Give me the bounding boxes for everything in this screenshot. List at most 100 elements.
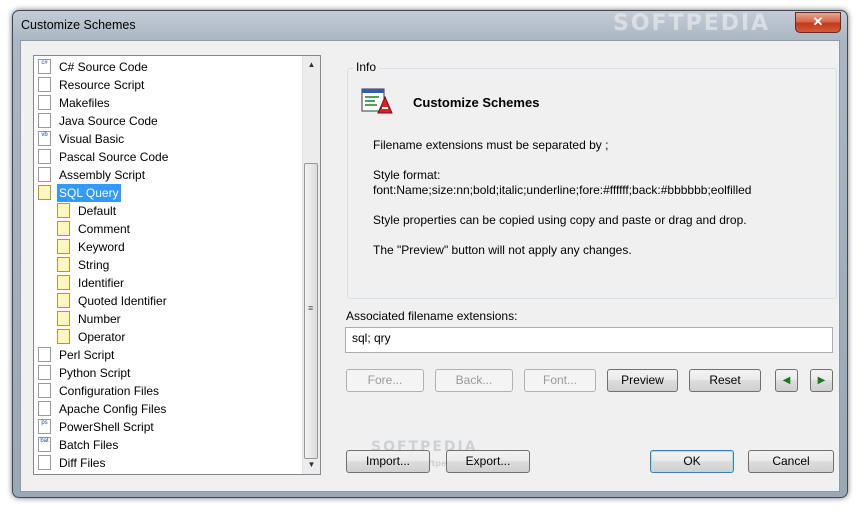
csharp-file-icon: c# (38, 59, 51, 75)
tree-item[interactable]: Makefiles (38, 94, 112, 112)
tree-item[interactable]: SQL Query (38, 184, 121, 202)
tree-scrollbar[interactable]: ▲ ≡ ▼ (302, 56, 320, 474)
tree-item-label: Number (78, 312, 121, 326)
info-text-copy-note: Style properties can be copied using cop… (373, 213, 747, 227)
tree-item[interactable]: c# C# Source Code (38, 58, 150, 76)
info-group-label: Info (353, 60, 380, 74)
powershell-file-icon: ps (38, 419, 51, 435)
file-icon (38, 95, 51, 111)
tree-item-label: C# Source Code (59, 60, 148, 74)
customize-schemes-window: Customize Schemes SOFTPEDIA ✕ c# C# Sourc… (12, 10, 848, 498)
tree-item-label: Pascal Source Code (59, 150, 169, 164)
tree-item-label: Keyword (78, 240, 125, 254)
customize-schemes-icon (361, 88, 393, 114)
tree-item-label: Batch Files (59, 438, 119, 452)
tree-item-label: Assembly Script (59, 168, 146, 182)
tree-item-label: String (78, 258, 110, 272)
tree-item-label: Comment (78, 222, 131, 236)
font-button[interactable]: Font... (524, 369, 596, 392)
file-icon (38, 77, 51, 93)
tree-item-label: Default (78, 204, 117, 218)
tree-item[interactable]: Number (57, 310, 123, 328)
file-icon (38, 365, 51, 381)
scroll-down-arrow[interactable]: ▼ (305, 458, 318, 471)
softpedia-watermark: SOFTPEDIA (613, 11, 771, 36)
info-text-separator-note: Filename extensions must be separated by… (373, 138, 609, 152)
tree-item[interactable]: Operator (57, 328, 127, 346)
tree-item[interactable]: Pascal Source Code (38, 148, 170, 166)
properties-icon (57, 311, 70, 327)
reset-button[interactable]: Reset (689, 369, 761, 392)
properties-icon (57, 203, 70, 219)
properties-icon (38, 185, 51, 201)
info-text-style-example: font:Name;size:nn;bold;italic;underline;… (373, 183, 752, 197)
file-icon (38, 113, 51, 129)
export-button[interactable]: Export... (446, 450, 530, 473)
import-button[interactable]: Import... (346, 450, 430, 473)
tree-item[interactable]: ps PowerShell Script (38, 418, 156, 436)
tree-item-label: Java Source Code (59, 114, 158, 128)
fore-button[interactable]: Fore... (346, 369, 424, 392)
tree-item[interactable]: Apache Config Files (38, 400, 168, 418)
previous-arrow-button[interactable]: ◀ (775, 369, 798, 392)
scroll-up-arrow[interactable]: ▲ (305, 58, 318, 71)
tree-item-label: SQL Query (57, 184, 121, 202)
tree-item[interactable]: Diff Files (38, 454, 107, 472)
properties-icon (57, 239, 70, 255)
next-arrow-button[interactable]: ▶ (810, 369, 833, 392)
tree-item[interactable]: Perl Script (38, 346, 116, 364)
tree-item-label: Identifier (78, 276, 125, 290)
file-icon (38, 347, 51, 363)
file-icon (38, 383, 51, 399)
tree-item[interactable]: Comment (57, 220, 132, 238)
file-icon (38, 149, 51, 165)
title-bar[interactable]: Customize Schemes SOFTPEDIA ✕ (13, 11, 847, 39)
info-text-style-format: Style format: (373, 168, 441, 182)
tree-item-label: Operator (78, 330, 126, 344)
scheme-tree[interactable]: c# C# Source Code Resource Script Makefiles… (33, 55, 321, 475)
cancel-button[interactable]: Cancel (748, 450, 834, 473)
properties-icon (57, 293, 70, 309)
tree-item[interactable]: Identifier (57, 274, 126, 292)
window-title: Customize Schemes (21, 18, 136, 32)
ok-button[interactable]: OK (650, 450, 734, 473)
tree-item[interactable]: Quoted Identifier (57, 292, 169, 310)
scroll-thumb[interactable]: ≡ (304, 163, 318, 459)
tree-item[interactable]: Java Source Code (38, 112, 160, 130)
scroll-grip-icon: ≡ (308, 303, 314, 313)
tree-item[interactable]: Default (57, 202, 118, 220)
tree-item-label: Resource Script (59, 78, 145, 92)
tree-item-label: Apache Config Files (59, 402, 167, 416)
tree-item[interactable]: Assembly Script (38, 166, 147, 184)
info-title: Customize Schemes (413, 95, 540, 110)
preview-button[interactable]: Preview (607, 369, 678, 392)
tree-item-label: Perl Script (59, 348, 115, 362)
tree-item[interactable]: vb Visual Basic (38, 130, 126, 148)
tree-item-label: Configuration Files (59, 384, 160, 398)
tree-item[interactable]: Configuration Files (38, 382, 161, 400)
tree-item-label: Makefiles (59, 96, 110, 110)
close-button[interactable]: ✕ (795, 12, 841, 33)
tree-item[interactable]: Python Script (38, 364, 132, 382)
tree-item[interactable]: bat Batch Files (38, 436, 120, 454)
dialog-client-area: c# C# Source Code Resource Script Makefiles… (20, 40, 840, 492)
tree-item-label: Visual Basic (59, 132, 125, 146)
file-icon (38, 455, 51, 471)
batch-file-icon: bat (38, 437, 51, 453)
back-button[interactable]: Back... (435, 369, 513, 392)
tree-item-label: Quoted Identifier (78, 294, 167, 308)
properties-icon (57, 275, 70, 291)
extensions-input[interactable]: sql; qry (345, 327, 833, 353)
file-icon (38, 401, 51, 417)
properties-icon (57, 329, 70, 345)
tree-item-label: Python Script (59, 366, 131, 380)
tree-item[interactable]: Keyword (57, 238, 127, 256)
tree-item-label: Diff Files (59, 456, 106, 470)
info-text-preview-note: The "Preview" button will not apply any … (373, 243, 632, 257)
properties-icon (57, 257, 70, 273)
tree-item[interactable]: String (57, 256, 111, 274)
tree-item-label: PowerShell Script (59, 420, 154, 434)
extensions-label: Associated filename extensions: (346, 309, 518, 323)
properties-icon (57, 221, 70, 237)
tree-item[interactable]: Resource Script (38, 76, 146, 94)
